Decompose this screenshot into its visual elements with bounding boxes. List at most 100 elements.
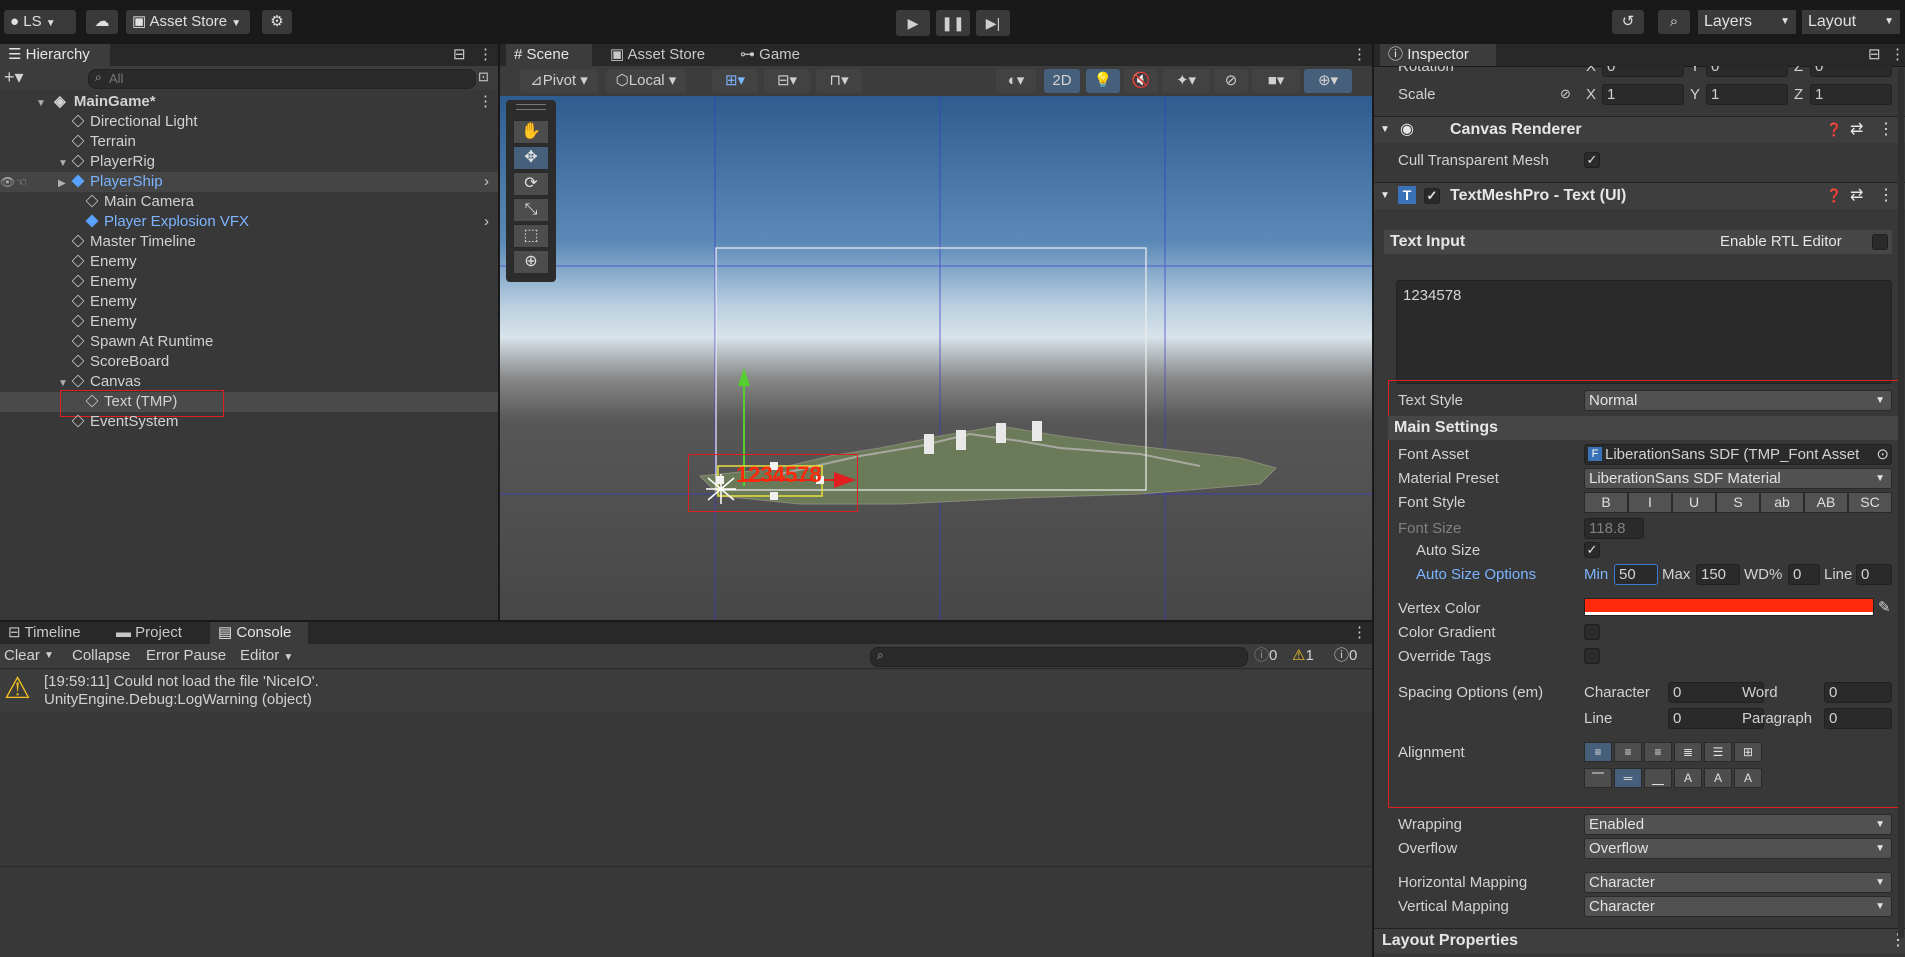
warning-filter-toggle[interactable]: ⚠1 [1292,646,1314,666]
lowercase-toggle[interactable]: ab [1760,492,1804,513]
visibility-icon[interactable]: 👁 [0,172,15,192]
hierarchy-item[interactable]: ▼ Canvas [0,372,498,392]
asset-store-dropdown[interactable]: ▣ Asset Store ▼ [126,10,250,34]
console-search[interactable]: ⌕ [870,647,1248,667]
more-icon[interactable]: ⋮ [478,92,493,112]
link-icon[interactable]: ⊘ [1560,86,1571,102]
tab-timeline[interactable]: ⊟ Timeline [0,622,100,644]
scale-tool[interactable]: ⤡ [513,198,549,222]
help-icon[interactable]: ❓ [1826,117,1842,143]
align-right-button[interactable]: ≡ [1644,742,1672,762]
hierarchy-item[interactable]: Enemy [0,272,498,292]
underline-toggle[interactable]: U [1672,492,1716,513]
rtl-checkbox[interactable] [1872,234,1888,250]
bold-toggle[interactable]: B [1584,492,1628,513]
hierarchy-item[interactable]: Terrain [0,132,498,152]
pivot-dropdown[interactable]: ⊿Pivot ▾ [520,69,598,93]
more-icon[interactable]: ⋮ [1890,45,1905,63]
line-field[interactable]: 0 [1856,564,1892,585]
chevron-right-icon[interactable]: › [484,212,489,232]
more-icon[interactable]: ⋮ [1352,623,1367,641]
overflow-dropdown[interactable]: Overflow ▼ [1584,838,1892,859]
wrapping-dropdown[interactable]: Enabled ▼ [1584,814,1892,835]
hierarchy-item-selected[interactable]: Text (TMP) [0,392,498,412]
hand-tool[interactable]: ✋ [513,120,549,144]
lock-icon[interactable]: ⊟ [453,45,466,63]
material-preset-dropdown[interactable]: LiberationSans SDF Material ▼ [1584,468,1892,489]
audio-toggle[interactable]: 🔇 [1124,69,1158,93]
tab-project[interactable]: ▬ Project [108,622,206,644]
lock-icon[interactable]: ⊟ [1868,45,1881,63]
tab-hierarchy[interactable]: ☰ Hierarchy [0,44,110,66]
drag-handle-icon[interactable] [516,104,546,110]
tab-inspector[interactable]: ⓘ Inspector [1380,44,1496,66]
error-pause-button[interactable]: Error Pause [140,646,232,666]
word-spacing-field[interactable]: 0 [1824,682,1892,703]
camera-dropdown[interactable]: ■▾ [1252,69,1300,93]
inspector-scrollbar[interactable] [1898,68,1904,938]
lighting-toggle[interactable]: 💡 [1086,69,1120,93]
chevron-right-icon[interactable]: › [484,172,489,192]
ruler-button[interactable]: ⊓▾ [816,69,862,93]
hierarchy-search[interactable]: ⌕ [88,69,476,89]
preset-icon[interactable]: ⇄ [1850,183,1863,209]
scale-z-field[interactable]: 1 [1810,84,1892,105]
hierarchy-item[interactable]: 👁 ☜ ▶ PlayerShip › [0,172,498,192]
paragraph-spacing-field[interactable]: 0 [1824,708,1892,729]
local-dropdown[interactable]: ⬡Local ▾ [606,69,686,93]
add-icon[interactable]: +▾ [4,67,24,88]
search-button[interactable]: ⌕ [1658,10,1690,34]
layers-dropdown[interactable]: Layers ▼ [1698,10,1796,34]
scene-viewport[interactable]: 1234578 ✋ ✥ ⟳ ⤡ ⬚ ⊕ [500,96,1372,620]
align-justify-button[interactable]: ≣ [1674,742,1702,762]
text-input-area[interactable]: 1234578 [1396,280,1892,384]
rect-tool[interactable]: ⬚ [513,224,549,248]
clear-options-dropdown[interactable]: ▼ [44,646,54,666]
align-capline-button[interactable]: A [1734,768,1762,788]
vertex-color-swatch[interactable] [1584,598,1874,616]
italic-toggle[interactable]: I [1628,492,1672,513]
canvas-renderer-header[interactable]: ▼ ◉ Canvas Renderer ❓ ⇄ ⋮ [1374,116,1905,143]
rotate-tool[interactable]: ⟳ [513,172,549,196]
hierarchy-item[interactable]: ▼ PlayerRig [0,152,498,172]
hierarchy-item[interactable]: Master Timeline [0,232,498,252]
help-icon[interactable]: ❓ [1826,183,1842,209]
hierarchy-item[interactable]: ScoreBoard [0,352,498,372]
eyedropper-icon[interactable]: ✎ [1878,598,1891,616]
wd-field[interactable]: 0 [1788,564,1820,585]
vertical-mapping-dropdown[interactable]: Character ▼ [1584,896,1892,917]
rotation-z-field[interactable]: 0 [1810,66,1892,77]
font-asset-field[interactable]: F LiberationSans SDF (TMP_Font Asset ⊙ [1584,444,1892,465]
hierarchy-search-input[interactable] [109,71,449,85]
hierarchy-item[interactable]: Enemy [0,312,498,332]
2d-toggle[interactable]: 2D [1044,69,1080,93]
play-button[interactable]: ▶ [896,10,930,36]
info-filter-toggle[interactable]: ⓘ0 [1254,646,1277,666]
effects-dropdown[interactable]: ✦▾ [1162,69,1210,93]
layout-dropdown[interactable]: Layout ▼ [1802,10,1900,34]
shading-button[interactable]: ◐▾ [996,69,1036,93]
editor-dropdown[interactable]: Editor ▼ [234,646,299,666]
align-top-button[interactable]: ⎺ [1584,768,1612,788]
transform-tool[interactable]: ⊕ [513,250,549,274]
text-style-dropdown[interactable]: Normal ▼ [1584,390,1892,411]
console-entry[interactable]: ⚠ [19:59:11] Could not load the file 'Ni… [0,670,1372,712]
max-size-field[interactable]: 150 [1696,564,1740,585]
layout-properties-header[interactable]: Layout Properties ⋮ [1374,928,1905,953]
snap-button[interactable]: ⊟▾ [764,69,810,93]
align-center-button[interactable]: ≡ [1614,742,1642,762]
tab-game[interactable]: ⊶ Game [732,44,812,66]
align-baseline-button[interactable]: A [1674,768,1702,788]
error-filter-toggle[interactable]: ⓘ0 [1334,646,1357,666]
scale-x-field[interactable]: 1 [1602,84,1684,105]
uppercase-toggle[interactable]: AB [1804,492,1848,513]
strikethrough-toggle[interactable]: S [1716,492,1760,513]
pause-button[interactable]: ❚❚ [936,10,970,36]
rotation-x-field[interactable]: 0 [1602,66,1684,77]
hierarchy-item[interactable]: Player Explosion VFX › [0,212,498,232]
cull-mesh-checkbox[interactable]: ✓ [1584,152,1600,168]
scene-visibility-icon[interactable]: ⊡ [478,69,489,85]
min-size-field[interactable]: 50 [1614,564,1658,585]
align-left-button[interactable]: ≡ [1584,742,1612,762]
component-enabled-checkbox[interactable]: ✓ [1424,188,1440,204]
